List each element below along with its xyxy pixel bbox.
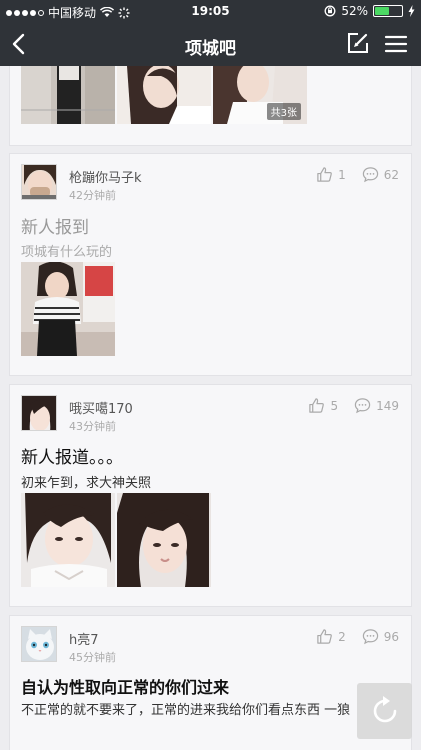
photo-count-badge: 共3张: [266, 103, 301, 120]
post-photo[interactable]: [21, 493, 115, 587]
post-title[interactable]: 新人报道。。。: [21, 443, 123, 468]
post-photo[interactable]: [21, 262, 115, 356]
menu-button[interactable]: [384, 32, 408, 56]
battery-percent: 52%: [341, 4, 368, 18]
compose-button[interactable]: [346, 31, 370, 55]
battery-icon: [373, 5, 403, 17]
post-time: 43分钟前: [69, 420, 116, 433]
avatar[interactable]: [21, 395, 57, 431]
like-count: 1: [338, 167, 346, 182]
nav-bar: 项城吧: [0, 22, 421, 66]
like-count: 2: [338, 629, 346, 644]
username[interactable]: 哦买噶170: [69, 398, 133, 417]
username[interactable]: h亮7: [69, 629, 99, 648]
like-icon[interactable]: [308, 397, 325, 414]
post-stats: 1 62: [316, 166, 399, 183]
post-time: 45分钟前: [69, 651, 116, 664]
post-photo[interactable]: [21, 66, 115, 124]
like-icon[interactable]: [316, 166, 333, 183]
post-card[interactable]: h亮7 45分钟前 2 96 自认为性取向正常的你们过来 不正常的就不要来了，正…: [9, 615, 412, 750]
post-stats: 5 149: [308, 397, 399, 414]
post-excerpt[interactable]: 初来乍到，求大神关照: [21, 472, 151, 491]
post-time: 42分钟前: [69, 189, 116, 202]
username[interactable]: 枪蹦你马子k: [69, 167, 142, 186]
refresh-button[interactable]: [357, 683, 412, 739]
rotation-lock-icon: [324, 5, 336, 17]
charging-bolt-icon: [408, 5, 415, 17]
post-card[interactable]: 枪蹦你马子k 42分钟前 1 62 新人报到 项城有什么玩的: [9, 153, 412, 376]
post-photo[interactable]: 共3张: [213, 66, 307, 124]
post-card[interactable]: 哦买噶170 43分钟前 5 149 新人报道。。。 初来乍到，求大神关照: [9, 384, 412, 607]
avatar[interactable]: [21, 626, 57, 662]
like-count: 5: [330, 398, 339, 413]
post-title[interactable]: 新人报到: [21, 213, 89, 238]
refresh-icon: [373, 696, 396, 723]
status-bar: 中国移动 19:05 52%: [0, 0, 421, 22]
post-photo[interactable]: [117, 493, 211, 587]
post-stats: 2 96: [316, 628, 399, 645]
comment-count: 62: [383, 167, 399, 182]
comment-count: 96: [383, 629, 399, 644]
post-photo[interactable]: [117, 66, 211, 124]
post-title[interactable]: 自认为性取向正常的你们过来: [21, 674, 229, 698]
avatar[interactable]: [21, 164, 57, 200]
comment-count: 149: [376, 398, 399, 413]
like-icon[interactable]: [316, 628, 333, 645]
post-excerpt[interactable]: 项城有什么玩的: [21, 241, 112, 260]
comment-icon[interactable]: [362, 166, 379, 183]
comment-icon[interactable]: [354, 397, 371, 414]
post-excerpt[interactable]: 不正常的就不要来了，正常的进来我给你们看点东西 一狼: [21, 702, 361, 719]
post-card[interactable]: 共3张: [9, 66, 412, 146]
comment-icon[interactable]: [362, 628, 379, 645]
